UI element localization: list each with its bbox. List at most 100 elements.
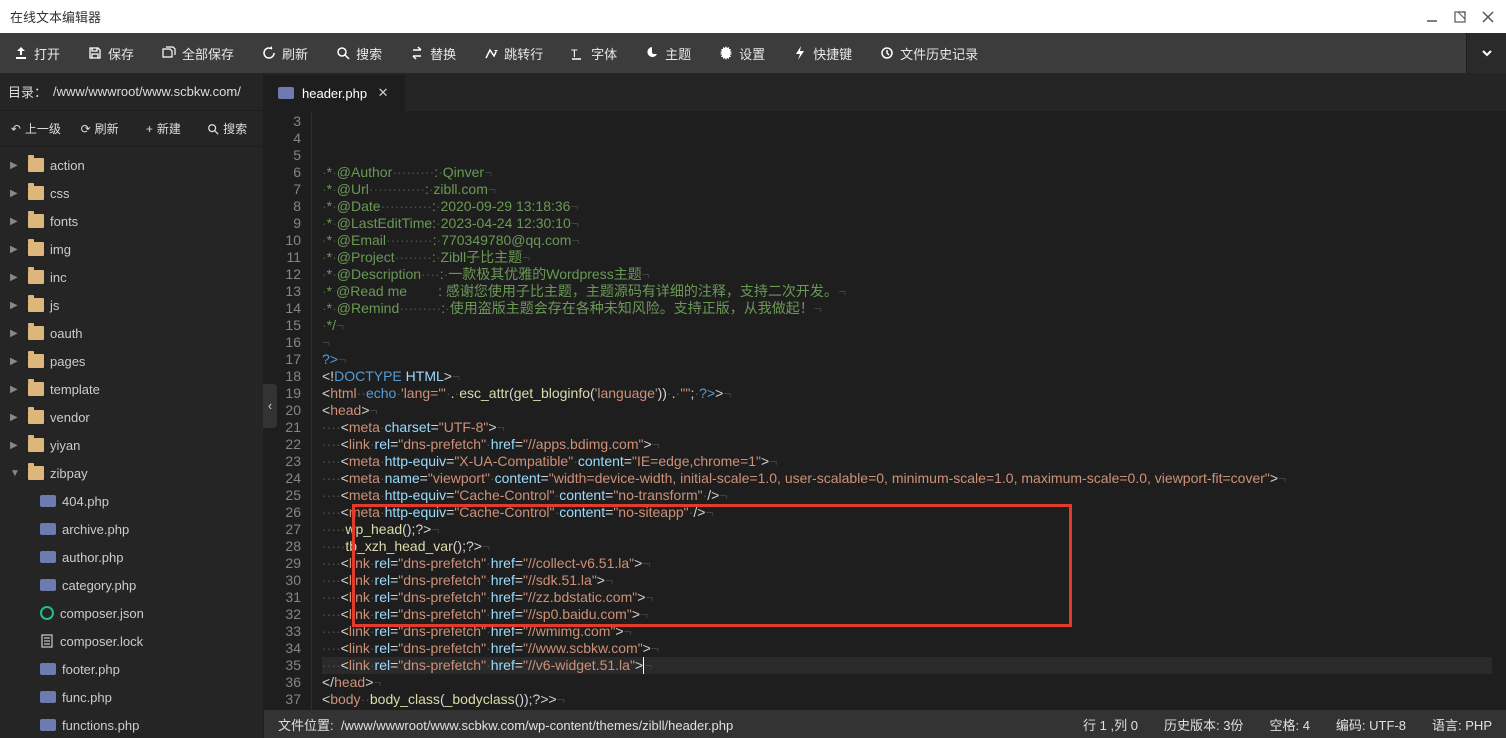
tree-label: fonts xyxy=(50,214,78,229)
maximize-icon[interactable] xyxy=(1452,9,1468,25)
tree-label: author.php xyxy=(62,550,123,565)
tree-file[interactable]: func.php xyxy=(0,683,263,711)
status-history[interactable]: 历史版本: 3份 xyxy=(1164,715,1243,734)
upload-icon xyxy=(14,46,28,60)
tree-folder[interactable]: ▶pages xyxy=(0,347,263,375)
window-titlebar: 在线文本编辑器 xyxy=(0,0,1506,33)
code-editor[interactable]: 3456789101112131415161718192021222324252… xyxy=(264,111,1506,710)
tree-label: category.php xyxy=(62,578,136,593)
folder-icon xyxy=(28,242,44,256)
status-cursor[interactable]: 行 1 ,列 0 xyxy=(1083,715,1138,734)
tab-label: header.php xyxy=(302,86,367,101)
status-spaces[interactable]: 空格: 4 xyxy=(1269,715,1309,734)
statusbar: 文件位置: /www/wwwroot/www.scbkw.com/wp-cont… xyxy=(264,710,1506,738)
collapse-sidebar-button[interactable]: ‹ xyxy=(263,384,277,428)
tree-folder[interactable]: ▶ action xyxy=(0,151,263,179)
sb-search-button[interactable]: 搜索 xyxy=(195,111,259,146)
folder-icon xyxy=(28,438,44,452)
tree-file[interactable]: composer.lock xyxy=(0,627,263,655)
save-all-button[interactable]: 全部保存 xyxy=(148,33,248,73)
tree-folder[interactable]: ▶oauth xyxy=(0,319,263,347)
tree-label: template xyxy=(50,382,100,397)
minimize-icon[interactable] xyxy=(1424,9,1440,25)
shortcuts-button[interactable]: 快捷键 xyxy=(779,33,866,73)
tree-label: zibpay xyxy=(50,466,88,481)
tree-file[interactable]: category.php xyxy=(0,571,263,599)
code-content[interactable]: ·*·@Author·········:·Qinver¬·*·@Url·····… xyxy=(312,111,1506,710)
tree-label: action xyxy=(50,158,85,173)
file-tree[interactable]: ▶action▶css▶fonts▶img▶inc▶js▶oauth▶pages… xyxy=(0,147,263,738)
status-language[interactable]: 语言: PHP xyxy=(1432,715,1492,734)
tree-folder[interactable]: ▶js xyxy=(0,291,263,319)
goto-button[interactable]: 跳转行 xyxy=(470,33,557,73)
json-icon xyxy=(40,606,54,620)
tree-folder[interactable]: ▶ yiyan xyxy=(0,431,263,459)
chevron-right-icon: ▶ xyxy=(10,188,22,199)
tree-folder[interactable]: ▶ inc xyxy=(0,263,263,291)
tree-folder[interactable]: ▶ img xyxy=(0,235,263,263)
close-icon[interactable] xyxy=(1480,9,1496,25)
tree-file[interactable]: archive.php xyxy=(0,515,263,543)
search-button[interactable]: 搜索 xyxy=(322,33,396,73)
replace-button[interactable]: 替换 xyxy=(396,33,470,73)
chevron-right-icon: ▶ xyxy=(10,440,22,451)
plus-icon: + xyxy=(146,122,153,136)
tree-file[interactable]: footer.php xyxy=(0,655,263,683)
theme-button[interactable]: 主题 xyxy=(631,33,705,73)
status-encoding[interactable]: 编码: UTF-8 xyxy=(1336,715,1406,734)
tree-folder[interactable]: ▶ fonts xyxy=(0,207,263,235)
php-icon xyxy=(40,719,56,731)
chevron-right-icon: ▶ xyxy=(10,160,22,171)
tree-label: oauth xyxy=(50,326,83,341)
chevron-right-icon: ▶ xyxy=(10,216,22,227)
refresh-icon: ⟳ xyxy=(81,122,91,136)
tree-label: img xyxy=(50,242,71,257)
chevron-right-icon: ▶ xyxy=(10,384,22,395)
tree-folder[interactable]: ▶ css xyxy=(0,179,263,207)
chevron-right-icon: ▶ xyxy=(10,412,22,423)
dir-label: 目录： xyxy=(8,82,47,101)
up-button[interactable]: ↶上一级 xyxy=(4,111,68,146)
chevron-right-icon: ▶ xyxy=(10,272,22,283)
tree-label: vendor xyxy=(50,410,90,425)
tree-file[interactable]: composer.json xyxy=(0,599,263,627)
font-button[interactable]: T字体 xyxy=(557,33,631,73)
main-toolbar: 打开 保存 全部保存 刷新 搜索 替换 跳转行 T字体 主题 设置 快捷键 文件… xyxy=(0,33,1506,73)
font-icon: T xyxy=(571,46,585,60)
settings-button[interactable]: 设置 xyxy=(705,33,779,73)
minimap[interactable] xyxy=(1492,111,1506,710)
window-controls xyxy=(1424,9,1496,25)
chevron-down-icon: ▼ xyxy=(10,468,22,479)
tab-header-php[interactable]: header.php ✕ xyxy=(264,75,406,111)
tree-file[interactable]: 404.php xyxy=(0,487,263,515)
folder-icon xyxy=(28,410,44,424)
editor-area: ‹ header.php ✕ 3456789101112131415161718… xyxy=(264,73,1506,738)
close-icon[interactable]: ✕ xyxy=(375,85,391,101)
save-button[interactable]: 保存 xyxy=(74,33,148,73)
dir-row: 目录： /www/wwwroot/www.scbkw.com/ xyxy=(0,73,263,111)
folder-icon xyxy=(28,326,44,340)
new-button[interactable]: +新建 xyxy=(132,111,196,146)
tabbar: header.php ✕ xyxy=(264,73,1506,111)
toolbar-more-button[interactable] xyxy=(1466,33,1506,73)
tree-label: yiyan xyxy=(50,438,80,453)
save-icon xyxy=(88,46,102,60)
chevron-right-icon: ▶ xyxy=(10,244,22,255)
sb-refresh-button[interactable]: ⟳刷新 xyxy=(68,111,132,146)
chevron-down-icon xyxy=(1480,46,1494,60)
chevron-right-icon: ▶ xyxy=(10,356,22,367)
tree-label: css xyxy=(50,186,70,201)
open-button[interactable]: 打开 xyxy=(0,33,74,73)
bolt-icon xyxy=(793,46,807,60)
tree-folder-expanded[interactable]: ▼ zibpay xyxy=(0,459,263,487)
dir-path[interactable]: /www/wwwroot/www.scbkw.com/ xyxy=(53,84,255,99)
tree-label: inc xyxy=(50,270,67,285)
folder-icon xyxy=(28,158,44,172)
history-button[interactable]: 文件历史记录 xyxy=(866,33,992,73)
tree-file[interactable]: author.php xyxy=(0,543,263,571)
tree-file[interactable]: functions.php xyxy=(0,711,263,738)
refresh-button[interactable]: 刷新 xyxy=(248,33,322,73)
tree-folder[interactable]: ▶ template xyxy=(0,375,263,403)
folder-icon xyxy=(28,354,44,368)
tree-folder[interactable]: ▶ vendor xyxy=(0,403,263,431)
